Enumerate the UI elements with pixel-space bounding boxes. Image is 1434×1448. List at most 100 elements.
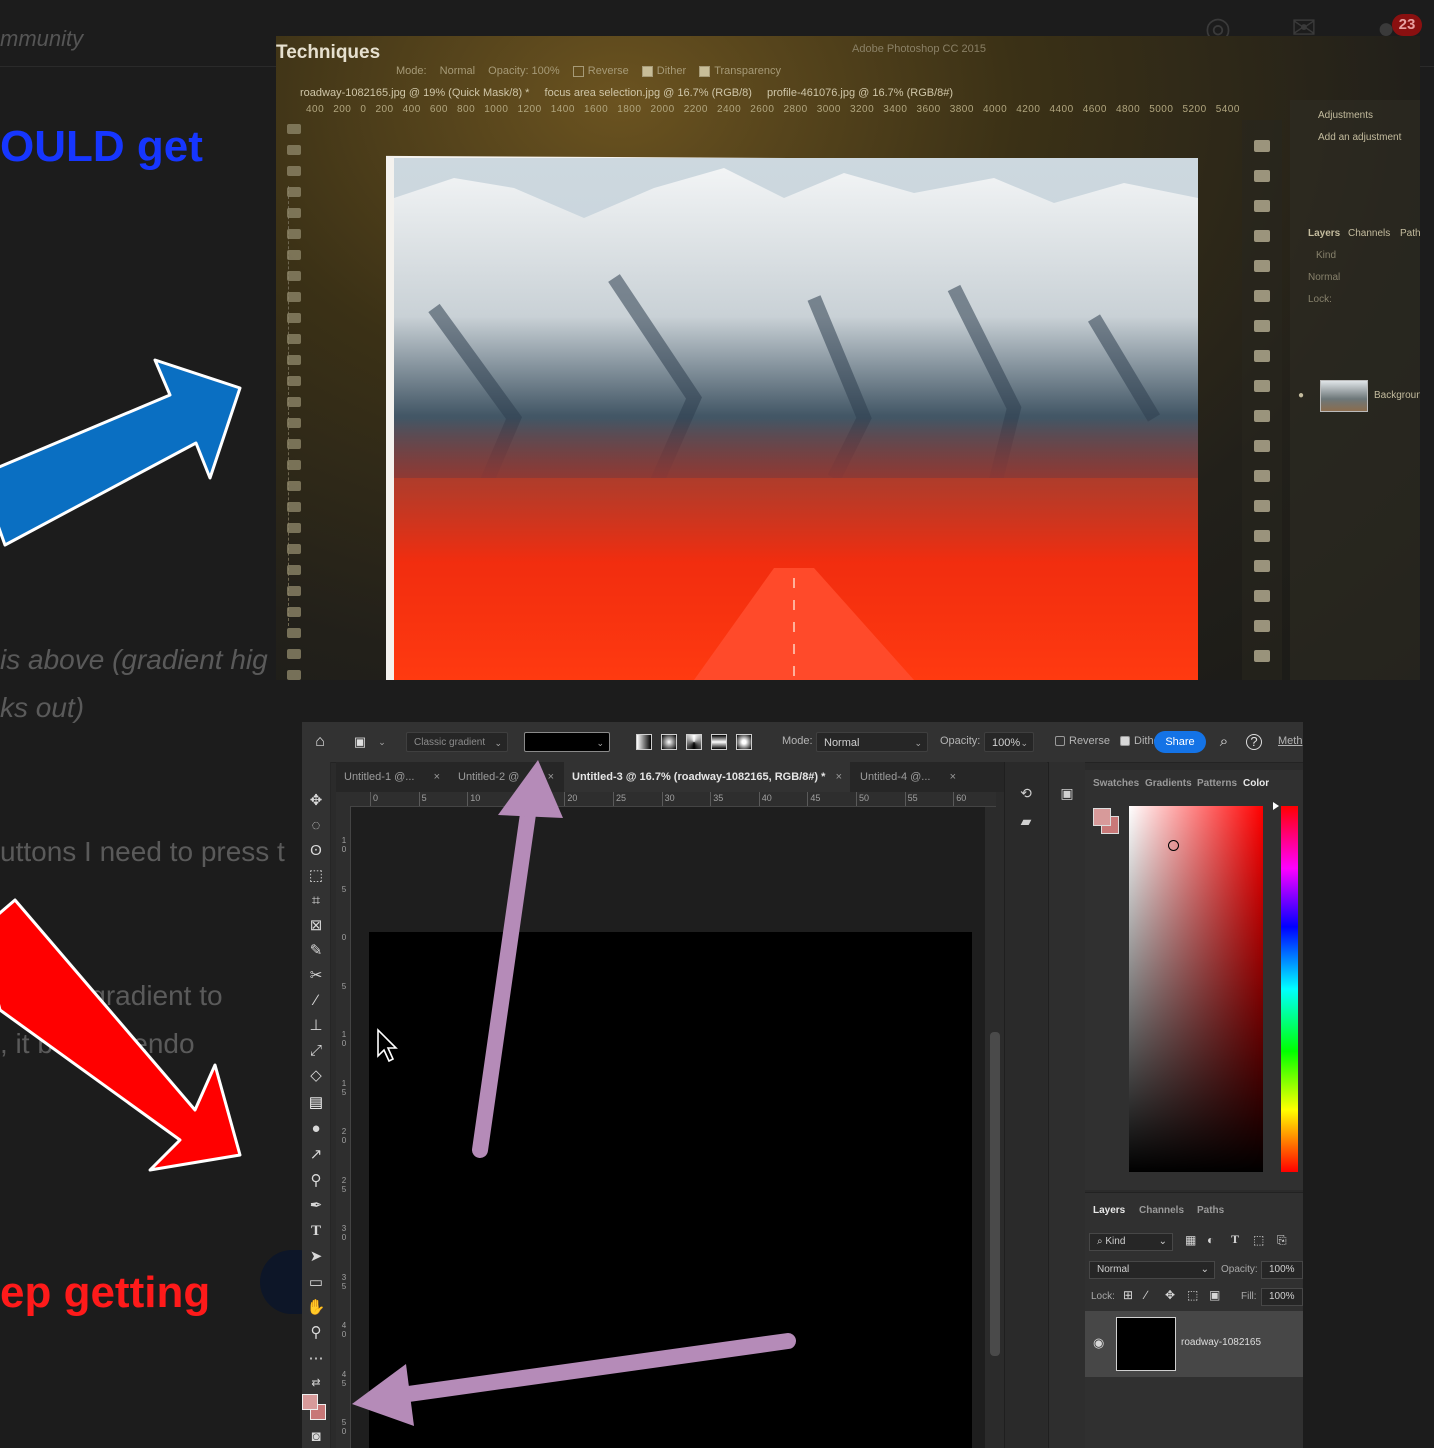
- color-panel-foreground[interactable]: [1093, 808, 1111, 826]
- photo-panel-icon: [1254, 380, 1270, 392]
- photo-ruler-number: 3600: [916, 104, 941, 115]
- ruler-tick: [807, 792, 809, 806]
- history-icon[interactable]: ⟲: [1018, 786, 1034, 800]
- tab-gradients[interactable]: Gradients: [1145, 778, 1192, 789]
- move-tool-icon[interactable]: ✥: [302, 790, 330, 812]
- document-canvas[interactable]: [369, 932, 972, 1448]
- dither-checkbox[interactable]: [1120, 736, 1130, 746]
- panel-dock-secondary: ▣: [1048, 762, 1085, 1448]
- hand-tool-icon[interactable]: ✋: [302, 1297, 330, 1319]
- adjustment-filter-icon[interactable]: ◐: [1207, 1233, 1214, 1247]
- type-tool-icon[interactable]: T: [302, 1220, 330, 1242]
- lock-position-icon[interactable]: ✥: [1165, 1288, 1175, 1302]
- breadcrumb[interactable]: mmunity: [0, 26, 83, 52]
- color-field[interactable]: [1129, 806, 1263, 1172]
- color-picker-ring[interactable]: [1168, 840, 1179, 851]
- more-tools-icon[interactable]: ⋯: [302, 1348, 330, 1370]
- blur-tool-icon[interactable]: ●: [302, 1118, 330, 1140]
- fill-field[interactable]: 100%: [1261, 1288, 1303, 1306]
- eye-icon[interactable]: ◉: [1093, 1335, 1104, 1351]
- lock-pixels-icon[interactable]: ∕: [1145, 1288, 1147, 1302]
- vertical-scrollbar[interactable]: [990, 1032, 1000, 1356]
- photo-tool-icon: [287, 313, 301, 323]
- reverse-checkbox[interactable]: [1055, 736, 1065, 746]
- hue-slider[interactable]: [1281, 806, 1298, 1172]
- tab-color[interactable]: Color: [1243, 778, 1269, 789]
- foreground-color-swatch[interactable]: [302, 1394, 318, 1410]
- photo-blend-mode: Normal: [1308, 272, 1341, 283]
- post-text-line: uttons I need to press t: [0, 836, 285, 867]
- layer-row[interactable]: ◉ roadway-1082165: [1085, 1311, 1303, 1377]
- angle-gradient-icon[interactable]: [686, 734, 702, 750]
- search-icon[interactable]: ⌕: [1214, 732, 1234, 752]
- eyedropper-tool-icon[interactable]: ✎: [302, 940, 330, 962]
- eraser-tool-icon[interactable]: ◇: [302, 1065, 330, 1087]
- brush-tool-icon[interactable]: ∕: [302, 990, 330, 1012]
- path-selection-icon[interactable]: ➤: [302, 1246, 330, 1268]
- type-filter-icon[interactable]: T: [1231, 1232, 1239, 1247]
- options-bar: ⌂ ▣ ⌄ Classic gradient ⌄ ⌄ Mode: Normal ⌄ …: [302, 722, 1303, 763]
- gradient-tool-preset-icon[interactable]: ▣: [350, 732, 370, 752]
- linear-gradient-icon[interactable]: [636, 734, 652, 750]
- history-brush-icon[interactable]: ⤢: [302, 1040, 330, 1062]
- comments-icon[interactable]: ▰: [1018, 814, 1034, 828]
- tab-swatches[interactable]: Swatches: [1093, 778, 1139, 789]
- help-icon[interactable]: ?: [1246, 734, 1262, 750]
- object-selection-tool-icon[interactable]: ⬚: [302, 865, 330, 887]
- tab-untitled-1[interactable]: Untitled-1 @... ×: [336, 762, 448, 792]
- photo-tool-icon: [287, 166, 301, 176]
- method-label[interactable]: Meth: [1278, 735, 1302, 747]
- image-filter-icon[interactable]: ▦: [1185, 1233, 1196, 1247]
- frame-tool-icon[interactable]: ⊠: [302, 915, 330, 937]
- lasso-tool-icon[interactable]: ʘ: [302, 840, 330, 862]
- tab-untitled-4[interactable]: Untitled-4 @... ×: [852, 762, 964, 792]
- diamond-gradient-icon[interactable]: [736, 734, 752, 750]
- ruler-number: 35: [341, 1272, 347, 1291]
- marquee-tool-icon[interactable]: ◌: [302, 815, 330, 837]
- chevron-down-icon[interactable]: ⌄: [372, 732, 392, 752]
- blend-mode-dropdown[interactable]: Normal ⌄: [1089, 1261, 1215, 1279]
- ruler-number: 45: [341, 1369, 347, 1388]
- quick-mask-icon[interactable]: ◙: [302, 1426, 330, 1448]
- tab-untitled-2[interactable]: Untitled-2 @ ×: [450, 762, 562, 792]
- gradient-preset-dropdown[interactable]: Classic gradient ⌄: [406, 732, 508, 752]
- sponge-tool-icon[interactable]: ⚲: [302, 1170, 330, 1192]
- gradient-tool-icon[interactable]: ▤: [302, 1092, 330, 1114]
- crop-tool-icon[interactable]: ⌗: [302, 890, 330, 912]
- ruler-number: 10: [341, 1030, 347, 1048]
- photo-tool-icon: [287, 208, 301, 218]
- photo-tool-icon: [287, 145, 301, 155]
- reflected-gradient-icon[interactable]: [711, 734, 727, 750]
- lock-all-icon[interactable]: ▣: [1209, 1288, 1220, 1302]
- tab-patterns[interactable]: Patterns: [1197, 778, 1237, 789]
- lock-transparent-icon[interactable]: ⊞: [1123, 1288, 1133, 1302]
- dodge-tool-icon[interactable]: ↗: [302, 1144, 330, 1166]
- stamp-tool-icon[interactable]: ⊥: [302, 1015, 330, 1037]
- ruler-number: 0: [341, 933, 347, 942]
- photo-tool-icon: [287, 586, 301, 596]
- opacity-value: 100%: [992, 737, 1021, 749]
- kind-filter-dropdown[interactable]: ⌕ Kind ⌄: [1089, 1233, 1173, 1251]
- share-button[interactable]: Share: [1154, 731, 1206, 753]
- smart-object-filter-icon[interactable]: ⎘: [1277, 1233, 1287, 1248]
- healing-tool-icon[interactable]: ✂: [302, 965, 330, 987]
- pen-tool-icon[interactable]: ✒: [302, 1195, 330, 1217]
- lock-artboard-icon[interactable]: ⬚: [1187, 1288, 1198, 1302]
- swap-colors-icon[interactable]: ⇄: [302, 1372, 330, 1394]
- rectangle-tool-icon[interactable]: ▭: [302, 1272, 330, 1294]
- radial-gradient-icon[interactable]: [661, 734, 677, 750]
- hue-marker[interactable]: [1273, 802, 1279, 810]
- zoom-tool-icon[interactable]: ⚲: [302, 1322, 330, 1344]
- mode-dropdown[interactable]: Normal ⌄: [816, 732, 928, 752]
- tab-channels[interactable]: Channels: [1139, 1205, 1184, 1216]
- shape-filter-icon[interactable]: ⬚: [1253, 1233, 1264, 1247]
- tab-layers[interactable]: Layers: [1093, 1205, 1125, 1216]
- layer-opacity-field[interactable]: 100%: [1261, 1261, 1303, 1279]
- ruler-number: 20: [341, 1127, 347, 1145]
- properties-icon[interactable]: ▣: [1059, 786, 1075, 800]
- tab-untitled-3[interactable]: Untitled-3 @ 16.7% (roadway-1082165, RGB…: [564, 762, 850, 792]
- home-icon[interactable]: ⌂: [310, 732, 330, 752]
- gradient-swatch-picker[interactable]: ⌄: [524, 732, 610, 752]
- tab-paths[interactable]: Paths: [1197, 1205, 1224, 1216]
- opacity-field[interactable]: 100% ⌄: [984, 732, 1034, 752]
